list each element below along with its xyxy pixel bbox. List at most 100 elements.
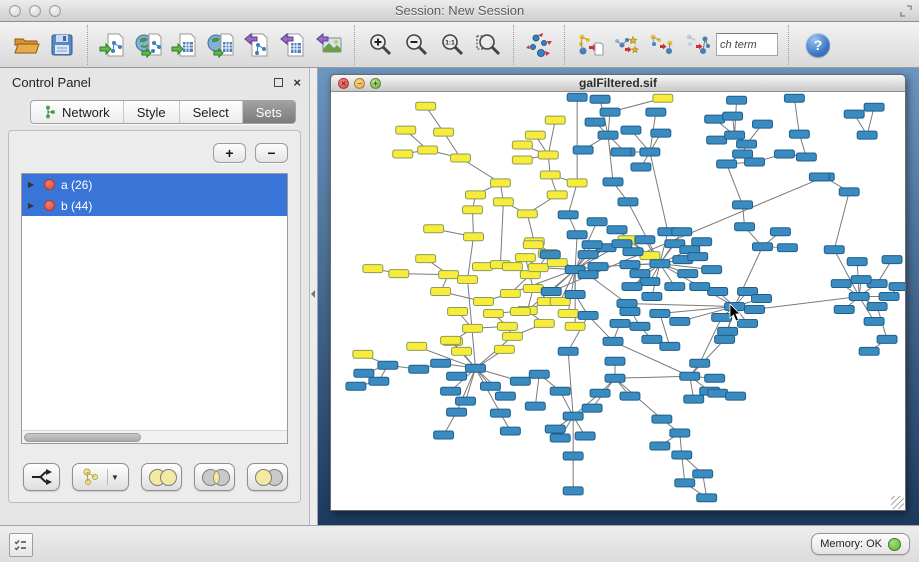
graph-node[interactable] bbox=[452, 347, 472, 355]
graph-node[interactable] bbox=[434, 431, 454, 439]
tab-style[interactable]: Style bbox=[124, 101, 180, 123]
graph-node[interactable] bbox=[708, 389, 728, 397]
graph-node[interactable] bbox=[565, 322, 585, 330]
graph-node[interactable] bbox=[585, 118, 605, 126]
network-canvas[interactable] bbox=[331, 92, 905, 510]
graph-node[interactable] bbox=[642, 293, 662, 301]
network-graph[interactable] bbox=[331, 92, 905, 510]
graph-node[interactable] bbox=[545, 116, 565, 124]
expander-icon[interactable]: ▶ bbox=[28, 180, 38, 189]
graph-node[interactable] bbox=[512, 141, 532, 149]
graph-node[interactable] bbox=[590, 389, 610, 397]
graph-node[interactable] bbox=[558, 347, 578, 355]
graph-node[interactable] bbox=[525, 131, 545, 139]
horizontal-scrollbar[interactable] bbox=[22, 430, 287, 443]
graph-node[interactable] bbox=[558, 309, 578, 317]
graph-node[interactable] bbox=[753, 120, 773, 128]
graph-node[interactable] bbox=[705, 374, 725, 382]
graph-node[interactable] bbox=[859, 347, 879, 355]
graph-node[interactable] bbox=[447, 372, 467, 380]
graph-node[interactable] bbox=[558, 211, 578, 219]
graph-node[interactable] bbox=[529, 370, 549, 378]
graph-node[interactable] bbox=[622, 283, 642, 291]
graph-node[interactable] bbox=[603, 337, 623, 345]
graph-node[interactable] bbox=[547, 259, 567, 267]
graph-node[interactable] bbox=[672, 451, 692, 459]
graph-node[interactable] bbox=[466, 191, 486, 199]
graph-node[interactable] bbox=[448, 307, 468, 315]
sets-list[interactable]: ▶ a (26) ▶ b (44) bbox=[21, 173, 288, 444]
graph-node[interactable] bbox=[733, 201, 753, 209]
graph-node[interactable] bbox=[473, 263, 493, 271]
graph-node[interactable] bbox=[670, 317, 690, 325]
graph-node[interactable] bbox=[502, 332, 522, 340]
graph-node[interactable] bbox=[550, 434, 570, 442]
export-table-button[interactable] bbox=[275, 26, 311, 64]
graph-node[interactable] bbox=[517, 210, 537, 218]
export-network-button[interactable] bbox=[239, 26, 275, 64]
graph-node[interactable] bbox=[640, 148, 660, 156]
graph-node[interactable] bbox=[369, 377, 389, 385]
graph-node[interactable] bbox=[725, 302, 745, 310]
tab-select[interactable]: Select bbox=[180, 101, 243, 123]
graph-node[interactable] bbox=[623, 248, 643, 256]
float-panel-icon[interactable] bbox=[274, 78, 283, 87]
graph-node[interactable] bbox=[726, 392, 746, 400]
graph-node[interactable] bbox=[540, 171, 560, 179]
graph-node[interactable] bbox=[611, 148, 631, 156]
graph-node[interactable] bbox=[396, 126, 416, 134]
graph-node[interactable] bbox=[563, 452, 583, 460]
graph-node[interactable] bbox=[678, 270, 698, 278]
graph-node[interactable] bbox=[607, 226, 627, 234]
set-row-a[interactable]: ▶ a (26) bbox=[22, 174, 287, 195]
graph-node[interactable] bbox=[582, 404, 602, 412]
network-window-titlebar[interactable]: × − + galFiltered.sif bbox=[331, 75, 905, 92]
tab-sets[interactable]: Sets bbox=[243, 101, 295, 123]
graph-node[interactable] bbox=[563, 487, 583, 495]
remove-set-button[interactable]: − bbox=[255, 143, 288, 163]
graph-node[interactable] bbox=[598, 131, 618, 139]
graph-node[interactable] bbox=[738, 319, 758, 327]
graph-node[interactable] bbox=[605, 374, 625, 382]
graph-node[interactable] bbox=[752, 295, 772, 303]
graph-node[interactable] bbox=[578, 271, 598, 279]
graph-node[interactable] bbox=[770, 228, 790, 236]
new-network-selected-nodes-selected-edges-button[interactable] bbox=[680, 26, 716, 64]
graph-edge[interactable] bbox=[615, 376, 690, 378]
graph-node[interactable] bbox=[653, 94, 673, 102]
add-set-button[interactable]: + bbox=[213, 143, 246, 163]
graph-node[interactable] bbox=[620, 392, 640, 400]
graph-node[interactable] bbox=[635, 236, 655, 244]
graph-node[interactable] bbox=[692, 238, 712, 246]
graph-node[interactable] bbox=[463, 206, 483, 214]
zoom-in-button[interactable] bbox=[362, 26, 398, 64]
graph-node[interactable] bbox=[494, 345, 514, 353]
graph-edge[interactable] bbox=[650, 152, 668, 232]
graph-node[interactable] bbox=[670, 429, 690, 437]
graph-node[interactable] bbox=[441, 387, 461, 395]
graph-node[interactable] bbox=[650, 309, 670, 317]
graph-node[interactable] bbox=[490, 409, 510, 417]
export-image-button[interactable] bbox=[311, 26, 347, 64]
graph-node[interactable] bbox=[774, 150, 794, 158]
create-set-menu-button[interactable]: ▼ bbox=[72, 463, 128, 491]
graph-edge[interactable] bbox=[834, 250, 859, 297]
graph-node[interactable] bbox=[849, 293, 869, 301]
graph-edge[interactable] bbox=[727, 164, 743, 205]
graph-edge[interactable] bbox=[600, 99, 608, 135]
graph-edge[interactable] bbox=[690, 339, 725, 376]
graph-node[interactable] bbox=[354, 369, 374, 377]
graph-node[interactable] bbox=[567, 93, 587, 101]
graph-edge[interactable] bbox=[834, 192, 849, 250]
graph-node[interactable] bbox=[515, 254, 535, 262]
graph-node[interactable] bbox=[745, 158, 765, 166]
network-window[interactable]: × − + galFiltered.sif bbox=[330, 74, 906, 511]
graph-node[interactable] bbox=[646, 108, 666, 116]
open-session-button[interactable] bbox=[8, 26, 44, 64]
graph-node[interactable] bbox=[389, 270, 409, 278]
graph-node[interactable] bbox=[575, 432, 595, 440]
set-row-b[interactable]: ▶ b (44) bbox=[22, 195, 287, 216]
graph-node[interactable] bbox=[877, 335, 897, 343]
fullscreen-icon[interactable] bbox=[899, 4, 913, 18]
graph-node[interactable] bbox=[660, 342, 680, 350]
